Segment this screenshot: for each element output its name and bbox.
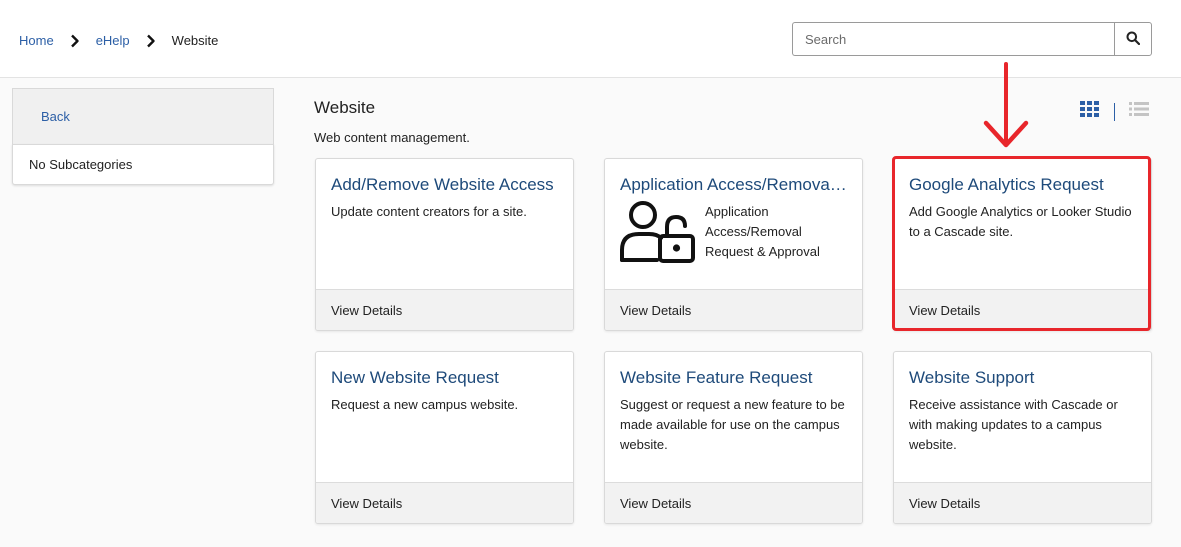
card-description: Application Access/Removal Request & App… (705, 204, 820, 259)
no-subcategories-label: No Subcategories (12, 144, 274, 185)
card-description: Suggest or request a new feature to be m… (620, 397, 845, 452)
service-card[interactable]: Website Support Receive assistance with … (893, 351, 1152, 524)
page-description: Web content management. (314, 130, 470, 145)
view-details-button[interactable]: View Details (894, 482, 1151, 523)
card-title[interactable]: Add/Remove Website Access (331, 175, 558, 195)
search-button[interactable] (1114, 22, 1152, 56)
service-card[interactable]: Application Access/Removal Request & App… (604, 158, 863, 331)
breadcrumb-current: Website (171, 33, 219, 48)
sidebar: Back No Subcategories (12, 88, 274, 185)
view-details-button[interactable]: View Details (316, 289, 573, 330)
view-toggle-divider (1114, 102, 1115, 121)
card-description: Update content creators for a site. (331, 204, 527, 219)
breadcrumb-ehelp-link[interactable]: eHelp (96, 33, 130, 48)
user-lock-icon (619, 200, 699, 269)
view-details-button[interactable]: View Details (605, 289, 862, 330)
card-description: Add Google Analytics or Looker Studio to… (909, 204, 1132, 239)
list-view-icon[interactable] (1129, 101, 1149, 122)
chevron-right-icon (139, 34, 163, 48)
search-input[interactable] (792, 22, 1114, 56)
service-card[interactable]: Google Analytics Request Add Google Anal… (893, 158, 1152, 331)
service-card[interactable]: Add/Remove Website Access Update content… (315, 158, 574, 331)
card-title[interactable]: Website Support (909, 368, 1136, 388)
arrow-down-icon (983, 62, 1029, 157)
card-title[interactable]: Application Access/Removal Request & App… (620, 175, 847, 195)
card-title[interactable]: New Website Request (331, 368, 558, 388)
search-bar (792, 22, 1152, 56)
card-title[interactable]: Website Feature Request (620, 368, 847, 388)
chevron-right-icon (63, 34, 87, 48)
grid-view-icon[interactable] (1080, 101, 1100, 122)
card-description: Receive assistance with Cascade or with … (909, 397, 1118, 452)
search-icon (1126, 31, 1141, 48)
service-card[interactable]: New Website Request Request a new campus… (315, 351, 574, 524)
breadcrumb: Home eHelp Website (19, 33, 218, 48)
card-description: Request a new campus website. (331, 397, 519, 412)
sidebar-back-item[interactable]: Back (12, 88, 274, 144)
breadcrumb-home-link[interactable]: Home (19, 33, 54, 48)
back-link[interactable]: Back (41, 109, 70, 124)
card-title[interactable]: Google Analytics Request (909, 175, 1136, 195)
service-card[interactable]: Website Feature Request Suggest or reque… (604, 351, 863, 524)
view-details-button[interactable]: View Details (605, 482, 862, 523)
page-title: Website (314, 98, 376, 117)
view-details-button[interactable]: View Details (894, 289, 1151, 330)
view-toggle (1080, 101, 1149, 122)
view-details-button[interactable]: View Details (316, 482, 573, 523)
